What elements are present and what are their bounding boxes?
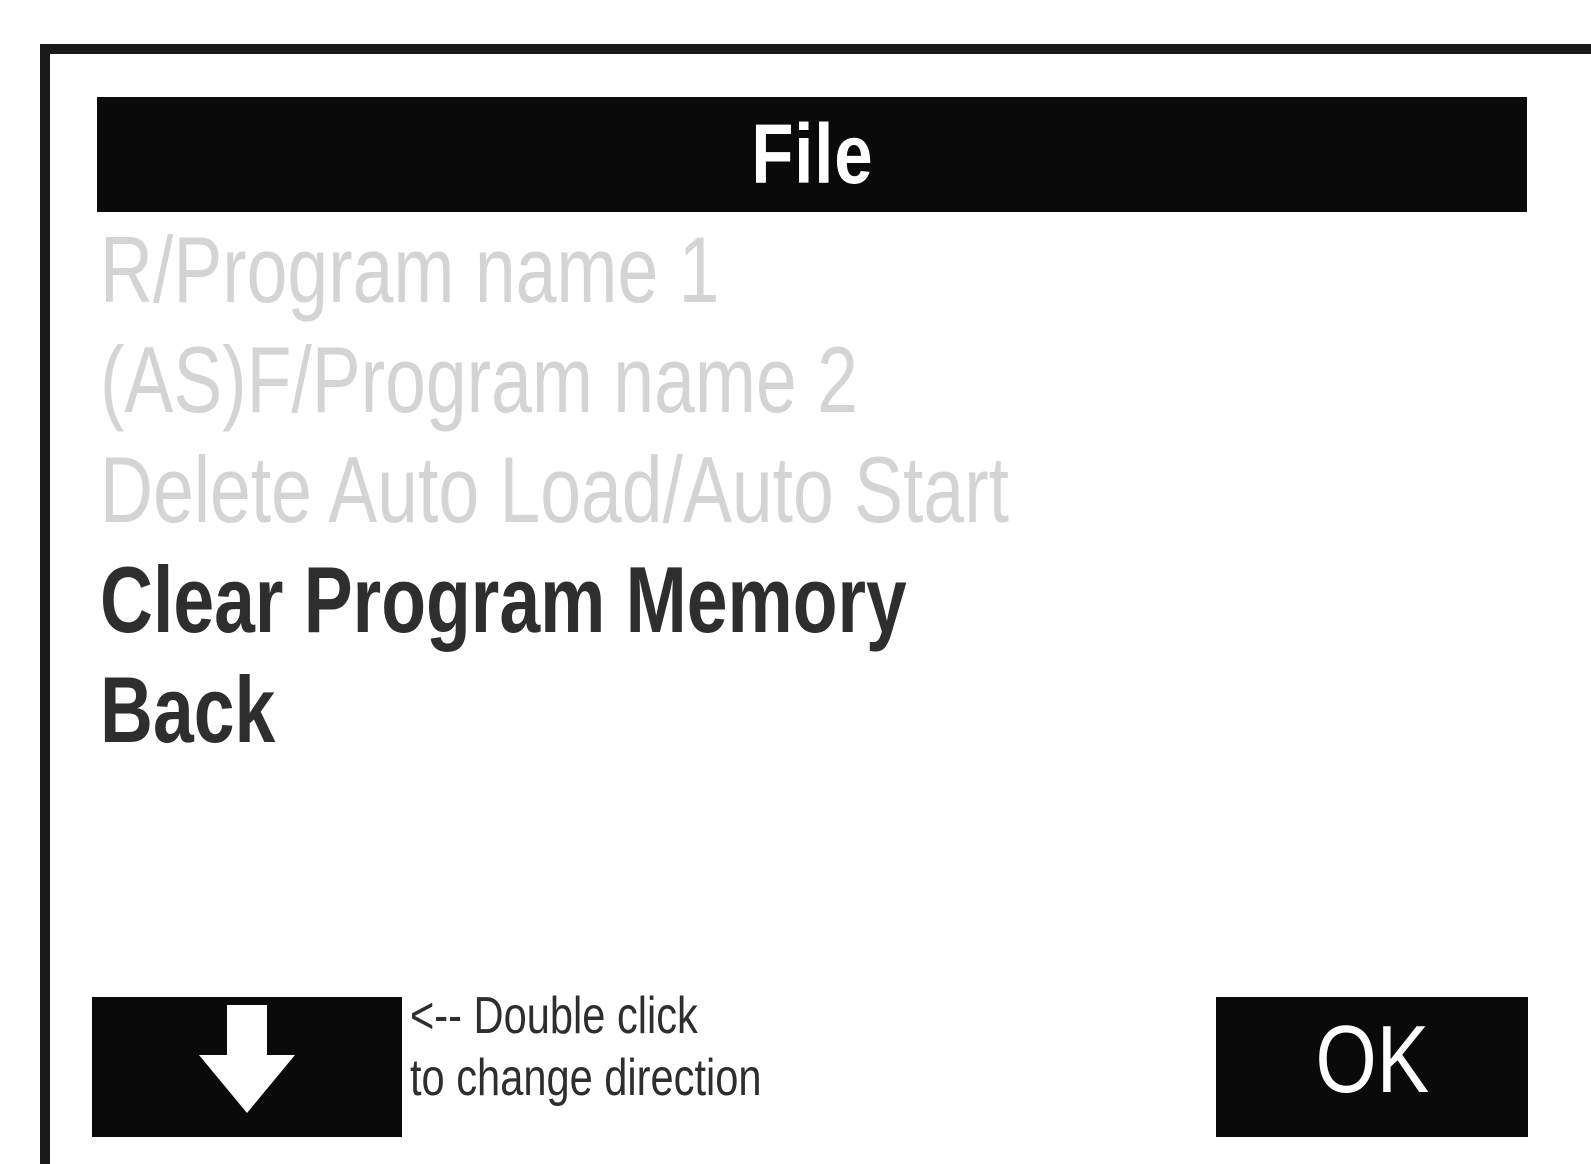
- menu-item-clear-program-memory[interactable]: Clear Program Memory: [100, 545, 1192, 655]
- menu-item-program-name-2[interactable]: (AS)F/Program name 2: [100, 325, 1192, 435]
- file-menu: R/Program name 1 (AS)F/Program name 2 De…: [100, 215, 1500, 765]
- page-title: File: [751, 107, 873, 201]
- ok-button[interactable]: OK: [1216, 997, 1528, 1137]
- direction-hint: <-- Double click to change direction: [410, 985, 762, 1109]
- menu-item-program-name-1[interactable]: R/Program name 1: [100, 215, 1192, 325]
- arrow-down-icon: [199, 1005, 295, 1113]
- title-bar: File: [97, 97, 1527, 212]
- ok-label: OK: [1315, 1006, 1429, 1113]
- menu-item-back[interactable]: Back: [100, 655, 1192, 765]
- hint-line-2: to change direction: [410, 1049, 762, 1107]
- menu-item-delete-auto-load[interactable]: Delete Auto Load/Auto Start: [100, 435, 1192, 545]
- hint-line-1: <-- Double click: [410, 987, 698, 1045]
- direction-button[interactable]: [92, 997, 402, 1137]
